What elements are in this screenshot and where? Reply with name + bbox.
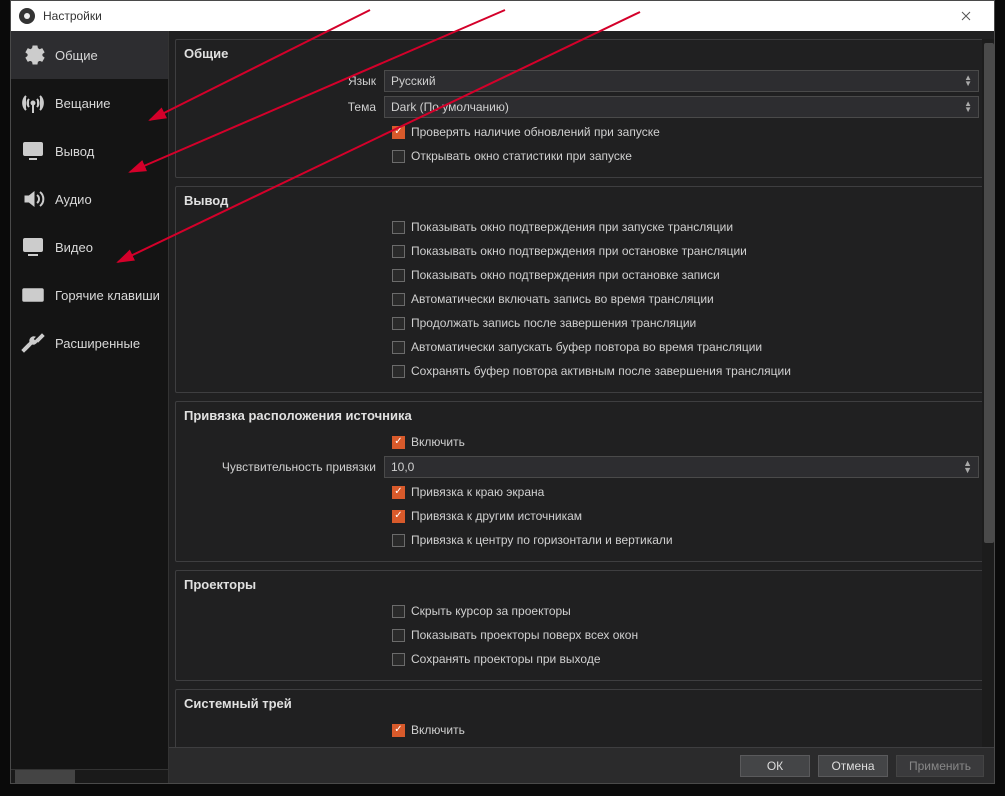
combo-value: Dark (По умолчанию)	[391, 100, 509, 114]
checkbox-label: Сохранять буфер повтора активным после з…	[411, 364, 791, 378]
monitor-icon	[19, 233, 47, 261]
open-stats-checkbox[interactable]	[392, 150, 405, 163]
settings-sidebar: Общие Вещание Вывод Аудио	[11, 31, 169, 783]
gear-icon	[19, 41, 47, 69]
snap-sources-checkbox[interactable]	[392, 510, 405, 523]
content-scrollbar[interactable]	[982, 39, 994, 747]
output-icon	[19, 137, 47, 165]
auto-replay-checkbox[interactable]	[392, 341, 405, 354]
sidebar-item-audio[interactable]: Аудио	[11, 175, 168, 223]
confirm-start-stream-checkbox[interactable]	[392, 221, 405, 234]
sensitivity-label: Чувствительность привязки	[184, 460, 384, 474]
antenna-icon	[19, 89, 47, 117]
sidebar-item-output[interactable]: Вывод	[11, 127, 168, 175]
section-title: Проекторы	[184, 577, 979, 592]
snapping-enable-checkbox[interactable]	[392, 436, 405, 449]
checkbox-label: Сохранять проекторы при выходе	[411, 652, 601, 666]
apply-button[interactable]: Применить	[896, 755, 984, 777]
open-stats-label: Открывать окно статистики при запуске	[411, 149, 632, 163]
language-label: Язык	[184, 74, 384, 88]
sidebar-item-label: Вещание	[55, 96, 111, 111]
window-close-button[interactable]	[946, 8, 986, 24]
sidebar-item-stream[interactable]: Вещание	[11, 79, 168, 127]
dialog-footer: ОК Отмена Применить	[169, 747, 994, 783]
checkbox-label: Скрыть курсор за проекторы	[411, 604, 571, 618]
theme-combo[interactable]: Dark (По умолчанию) ▲▼	[384, 96, 979, 118]
checkbox-label: Привязка к другим источникам	[411, 509, 582, 523]
save-on-exit-checkbox[interactable]	[392, 653, 405, 666]
section-output: Вывод Показывать окно подтверждения при …	[175, 186, 988, 393]
cancel-button[interactable]: Отмена	[818, 755, 888, 777]
confirm-stop-record-checkbox[interactable]	[392, 269, 405, 282]
sidebar-item-label: Общие	[55, 48, 98, 63]
spin-value: 10,0	[391, 460, 414, 474]
checkbox-label: Автоматически запускать буфер повтора во…	[411, 340, 762, 354]
checkbox-label: Привязка к краю экрана	[411, 485, 544, 499]
sidebar-item-advanced[interactable]: Расширенные	[11, 319, 168, 367]
snap-center-checkbox[interactable]	[392, 534, 405, 547]
check-updates-label: Проверять наличие обновлений при запуске	[411, 125, 660, 139]
sidebar-item-general[interactable]: Общие	[11, 31, 168, 79]
auto-record-checkbox[interactable]	[392, 293, 405, 306]
speaker-icon	[19, 185, 47, 213]
checkbox-label: Автоматически включать запись во время т…	[411, 292, 714, 306]
snap-edge-checkbox[interactable]	[392, 486, 405, 499]
checkbox-label: Показывать окно подтверждения при остано…	[411, 268, 720, 282]
window-title: Настройки	[43, 9, 102, 23]
tools-icon	[19, 329, 47, 357]
confirm-stop-stream-checkbox[interactable]	[392, 245, 405, 258]
tray-enable-checkbox[interactable]	[392, 724, 405, 737]
section-title: Системный трей	[184, 696, 979, 711]
hide-cursor-checkbox[interactable]	[392, 605, 405, 618]
sidebar-item-label: Аудио	[55, 192, 92, 207]
section-projectors: Проекторы Скрыть курсор за проекторы Пок…	[175, 570, 988, 681]
ok-button[interactable]: ОК	[740, 755, 810, 777]
keep-replay-checkbox[interactable]	[392, 365, 405, 378]
section-title: Общие	[184, 46, 979, 61]
sidebar-item-hotkeys[interactable]: Горячие клавиши	[11, 271, 168, 319]
theme-label: Тема	[184, 100, 384, 114]
sidebar-item-label: Вывод	[55, 144, 94, 159]
combo-value: Русский	[391, 74, 436, 88]
always-top-checkbox[interactable]	[392, 629, 405, 642]
continue-record-checkbox[interactable]	[392, 317, 405, 330]
section-title: Привязка расположения источника	[184, 408, 979, 423]
section-tray: Системный трей Включить Скрывать окно в …	[175, 689, 988, 747]
combo-arrows-icon: ▲▼	[964, 75, 972, 87]
checkbox-label: Показывать окно подтверждения при запуск…	[411, 220, 733, 234]
window-titlebar: Настройки	[11, 1, 994, 31]
sidebar-item-label: Расширенные	[55, 336, 140, 351]
section-title: Вывод	[184, 193, 979, 208]
combo-arrows-icon: ▲▼	[964, 101, 972, 113]
checkbox-label: Показывать проекторы поверх всех окон	[411, 628, 638, 642]
sidebar-item-label: Горячие клавиши	[55, 288, 160, 303]
section-general: Общие Язык Русский ▲▼ Тема	[175, 39, 988, 178]
checkbox-label: Продолжать запись после завершения транс…	[411, 316, 696, 330]
sidebar-horizontal-scrollbar[interactable]	[11, 769, 168, 783]
language-combo[interactable]: Русский ▲▼	[384, 70, 979, 92]
checkbox-label: Включить	[411, 723, 465, 737]
keyboard-icon	[19, 281, 47, 309]
checkbox-label: Привязка к центру по горизонтали и верти…	[411, 533, 673, 547]
section-snapping: Привязка расположения источника Включить…	[175, 401, 988, 562]
app-icon	[19, 8, 35, 24]
checkbox-label: Включить	[411, 435, 465, 449]
check-updates-checkbox[interactable]	[392, 126, 405, 139]
spin-arrows-icon: ▲▼	[963, 460, 972, 474]
sidebar-item-label: Видео	[55, 240, 93, 255]
sidebar-item-video[interactable]: Видео	[11, 223, 168, 271]
checkbox-label: Показывать окно подтверждения при остано…	[411, 244, 747, 258]
sensitivity-spinbox[interactable]: 10,0 ▲▼	[384, 456, 979, 478]
